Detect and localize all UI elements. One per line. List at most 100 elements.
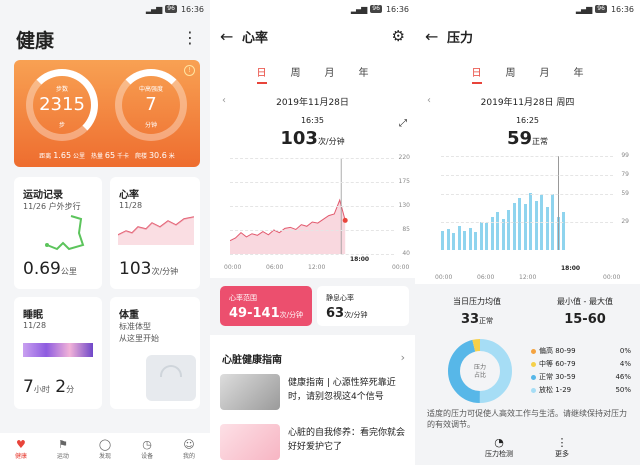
back-arrow-icon[interactable]: ← — [220, 27, 242, 46]
daily-summary-banner[interactable]: ! 步数 2315 步 中高强度 7 分钟 距离 1.65 公里 热量 65 千… — [14, 60, 200, 167]
status-bar: ▂▄▆ 96 16:36 — [210, 0, 415, 18]
y-tick-label: 130 — [398, 202, 410, 209]
gauge-icon: ◔ — [494, 436, 504, 449]
y-tick-label: 99 — [621, 152, 629, 159]
y-tick-label: 85 — [402, 226, 410, 233]
tab-month[interactable]: 月 — [540, 64, 550, 84]
stress-date: 2019年11月28日 周四 — [480, 98, 575, 108]
grid-line — [230, 158, 394, 159]
floors-unit: 米 — [168, 153, 175, 160]
stress-chart — [441, 156, 611, 250]
tab-year[interactable]: 年 — [574, 64, 584, 84]
legend-item: 偏高 80-99 0% — [531, 346, 631, 356]
expand-icon[interactable]: ⤢ — [399, 118, 407, 129]
stress-bar — [474, 231, 477, 250]
legend-dot — [531, 374, 536, 380]
tab-month[interactable]: 月 — [325, 64, 335, 84]
heart-date: 2019年11月28日 — [276, 98, 349, 108]
stress-bar — [441, 231, 444, 250]
tab-me[interactable]: ☺ 我的 — [183, 438, 195, 460]
battery-icon: 96 — [165, 5, 177, 13]
tab-devices[interactable]: ◷ 设备 — [141, 438, 153, 460]
article-thumbnail[interactable] — [220, 374, 280, 410]
tab-day[interactable]: 日 — [256, 64, 267, 84]
tab-exercise[interactable]: ⚑ 运动 — [57, 438, 69, 460]
sleep-hours: 7 — [23, 377, 34, 397]
heart-title: 心率 — [242, 30, 269, 46]
time-cursor[interactable] — [557, 156, 559, 250]
floors-label: 爬楼 — [135, 153, 148, 160]
grid-line — [441, 174, 613, 176]
range-unit: 次/分钟 — [279, 311, 303, 319]
distance-label: 距离 — [39, 153, 52, 160]
tab-week[interactable]: 周 — [291, 64, 301, 84]
more-menu-icon[interactable]: ⋮ — [182, 28, 198, 47]
status-bar: ▂▄▆ 96 16:36 — [415, 0, 640, 18]
x-tick-label: 12:00 — [519, 274, 537, 281]
sleep-hours-unit: 小时 — [33, 385, 50, 394]
info-icon[interactable]: ! — [184, 65, 195, 76]
grid-line — [230, 206, 394, 207]
signal-icon: ▂▄▆ — [350, 4, 368, 14]
intensity-value: 7 — [145, 94, 157, 115]
steps-value: 2315 — [39, 94, 85, 115]
grid-line — [441, 156, 613, 157]
y-tick-label: 175 — [398, 178, 410, 185]
heart-header: ← 心率 ⚙ — [220, 24, 405, 48]
x-tick-label: 06:00 — [266, 264, 284, 271]
stress-bar — [534, 200, 538, 250]
resting-heart-card[interactable]: 静息心率 63次/分钟 — [317, 286, 409, 326]
signal-icon: ▂▄▆ — [575, 4, 593, 14]
weight-card[interactable]: 体重 标准体型 从这里开始 — [110, 297, 200, 409]
avg-value: 33 — [460, 312, 480, 327]
stress-bar — [485, 223, 488, 250]
health-panel: ▂▄▆ 96 16:36 健康 ⋮ ! 步数 2315 步 中高强度 7 分钟 … — [0, 0, 210, 465]
heart-rate-panel: ▂▄▆ 96 16:36 ← 心率 ⚙ 日 周 月 年 ‹ 2019年11月28… — [210, 0, 415, 465]
x-tick-label: 12:00 — [308, 264, 326, 271]
status-bar: ▂▄▆ 96 16:36 — [0, 0, 210, 18]
calories-unit: 千卡 — [117, 153, 130, 160]
back-arrow-icon[interactable]: ← — [425, 27, 447, 46]
tab-week[interactable]: 周 — [506, 64, 516, 84]
legend-dot — [531, 348, 536, 354]
heart-range-card[interactable]: 心率范围 49-141次/分钟 — [220, 286, 312, 326]
weight-line1: 标准体型 — [119, 322, 151, 331]
calories-label: 热量 — [90, 153, 103, 160]
avg-label: 当日压力均值 — [453, 297, 501, 306]
stress-test-button[interactable]: ◔ 压力检测 — [485, 436, 513, 459]
article-link[interactable]: 健康指南 | 心源性猝死靠近时，请别忽视这4个信号 — [288, 376, 408, 404]
stress-unit: 正常 — [532, 137, 549, 146]
sleep-date: 11/28 — [23, 321, 47, 330]
intensity-label: 中高强度 — [138, 86, 163, 93]
article-link[interactable]: 心脏的自我修养：看完你就会好好爱护它了 — [288, 426, 408, 454]
donut-label-2: 占比 — [474, 371, 486, 379]
y-tick-label: 29 — [621, 218, 629, 226]
stress-bar — [518, 197, 521, 250]
heart-unit: 次/分钟 — [317, 137, 345, 146]
range-value: 49-141 — [229, 306, 280, 321]
more-button[interactable]: ⋮ 更多 — [555, 436, 569, 459]
sleep-minutes-unit: 分 — [66, 385, 75, 394]
exercise-card[interactable]: 运动记录 11/26 户外步行 0.69公里 — [14, 177, 102, 289]
tab-day[interactable]: 日 — [471, 64, 482, 84]
stress-bar — [523, 204, 527, 250]
heart-area — [230, 200, 346, 254]
heart-card-value: 103 — [119, 259, 152, 279]
battery-icon: 96 — [595, 5, 607, 13]
gear-icon[interactable]: ⚙ — [392, 27, 405, 45]
distance-value: 1.65 — [53, 151, 72, 160]
stress-bar — [545, 207, 549, 250]
stress-donut-chart: 压力 占比 — [448, 339, 512, 403]
heart-rate-card[interactable]: 心率 11/28 103次/分钟 — [110, 177, 200, 289]
tab-year[interactable]: 年 — [359, 64, 369, 84]
minmax-value: 15-60 — [564, 312, 606, 327]
tab-discover[interactable]: ◯ 发现 — [99, 438, 111, 460]
tab-health[interactable]: ♥ 健康 — [15, 438, 27, 460]
grid-line — [441, 193, 613, 195]
heart-icon: ♥ — [16, 438, 26, 451]
sleep-card[interactable]: 睡眠 11/28 7小时 2分 — [14, 297, 102, 409]
chevron-right-icon[interactable]: › — [401, 351, 405, 364]
legend-dot — [531, 387, 536, 393]
weight-title: 体重 — [119, 310, 139, 321]
article-thumbnail[interactable] — [220, 424, 280, 460]
